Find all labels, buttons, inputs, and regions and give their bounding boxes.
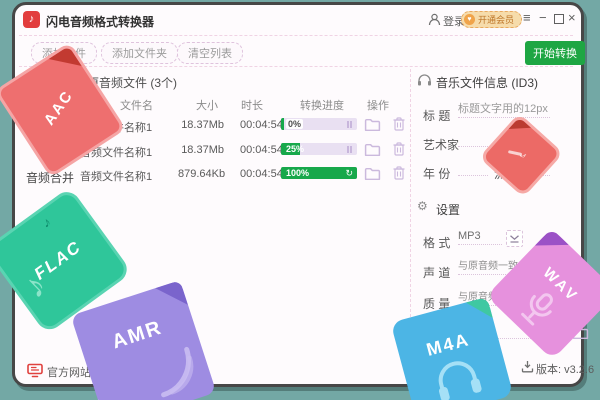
col-header-duration: 时长 bbox=[241, 97, 263, 113]
pause-icon[interactable] bbox=[347, 121, 352, 128]
minimize-icon[interactable]: − bbox=[539, 11, 547, 25]
progress-fill bbox=[281, 118, 284, 130]
title-field[interactable]: 标题文字用的12px bbox=[458, 102, 550, 118]
monitor-icon bbox=[27, 363, 43, 378]
sticker-flac-label: FLAC bbox=[12, 223, 105, 298]
progress-label: 0% bbox=[286, 119, 303, 129]
file-size: 18.37Mb bbox=[178, 119, 224, 131]
menu-icon[interactable]: ≡ bbox=[523, 11, 531, 25]
progress-label: 100% bbox=[286, 168, 309, 178]
delete-icon[interactable] bbox=[392, 117, 406, 131]
clear-list-button[interactable]: 清空列表 bbox=[177, 42, 243, 64]
col-header-size: 大小 bbox=[196, 97, 218, 113]
title-field-label: 标 题 bbox=[423, 107, 450, 124]
vip-badge[interactable]: ♥ 开通会员 bbox=[461, 11, 522, 28]
format-select[interactable]: MP3 bbox=[458, 229, 502, 245]
music-note-icon: ♪ bbox=[41, 213, 53, 230]
sticker-mark bbox=[508, 150, 522, 156]
folded-corner bbox=[509, 117, 532, 140]
col-header-progress: 转换进度 bbox=[300, 97, 344, 113]
app-title: 闪电音频格式转换器 bbox=[46, 13, 154, 30]
format-label: 格 式 bbox=[423, 234, 450, 251]
titlebar-divider bbox=[19, 35, 573, 36]
file-duration: 00:04:54 bbox=[240, 168, 283, 180]
maximize-icon[interactable] bbox=[554, 14, 564, 24]
file-size: 879.64Kb bbox=[178, 168, 224, 180]
progress-bar: 0% ↻ bbox=[281, 118, 357, 130]
sticker-m4a-label: M4A bbox=[397, 322, 499, 368]
headphones-icon bbox=[429, 355, 488, 400]
website-link-label: 官方网站 bbox=[47, 364, 91, 380]
gear-icon: ⚙ bbox=[417, 199, 428, 213]
toolbar-divider bbox=[19, 66, 573, 67]
channel-label: 声 道 bbox=[423, 264, 450, 281]
signal-arcs-icon bbox=[145, 342, 203, 400]
website-link[interactable]: 官方网站 bbox=[27, 362, 43, 380]
file-duration: 00:04:54 bbox=[240, 144, 283, 156]
refresh-icon[interactable]: ↻ bbox=[345, 168, 353, 179]
artist-field-label: 艺术家 bbox=[423, 136, 459, 153]
pause-icon[interactable] bbox=[347, 146, 352, 153]
user-icon bbox=[428, 13, 441, 26]
file-name: 音频文件名称1 bbox=[80, 168, 152, 184]
format-dropdown-arrow[interactable] bbox=[506, 230, 523, 247]
id3-section-title: 音乐文件信息 (ID3) bbox=[436, 74, 538, 91]
progress-bar: 100% ↻ bbox=[281, 167, 357, 179]
file-duration: 00:04:54 bbox=[240, 119, 283, 131]
col-header-actions: 操作 bbox=[367, 97, 389, 113]
folded-corner bbox=[98, 390, 136, 400]
headphones-icon bbox=[417, 73, 432, 86]
file-size: 18.37Mb bbox=[178, 144, 224, 156]
music-note-glyph: ♪ bbox=[29, 13, 35, 25]
year-field[interactable] bbox=[458, 160, 488, 176]
open-folder-icon[interactable] bbox=[364, 143, 381, 157]
open-folder-icon[interactable] bbox=[364, 167, 381, 181]
version-text: 版本: v3.2.6 bbox=[536, 361, 594, 377]
sticker-aac-label: AAC bbox=[28, 69, 90, 148]
delete-icon[interactable] bbox=[392, 166, 406, 180]
delete-icon[interactable] bbox=[392, 142, 406, 156]
open-folder-icon[interactable] bbox=[364, 118, 381, 132]
progress-label: 25% bbox=[286, 144, 304, 154]
desktop: ♪ 闪电音频格式转换器 登录 ♥ 开通会员 ≡ − × 添加文件 添加文件夹 清… bbox=[0, 0, 600, 400]
year-field-label: 年 份 bbox=[423, 165, 450, 182]
chevron-down-icon bbox=[510, 235, 519, 243]
add-folder-button[interactable]: 添加文件夹 bbox=[101, 42, 178, 64]
settings-section-title: 设置 bbox=[436, 201, 460, 218]
vip-badge-label: 开通会员 bbox=[478, 13, 514, 26]
progress-bar: 25% ↻ bbox=[281, 143, 357, 155]
version-icon bbox=[521, 360, 534, 373]
app-logo-icon: ♪ bbox=[23, 11, 40, 28]
close-icon[interactable]: × bbox=[568, 11, 576, 25]
heart-icon: ♥ bbox=[464, 14, 475, 25]
col-header-name: 文件名 bbox=[120, 97, 153, 113]
start-convert-button[interactable]: 开始转换 bbox=[525, 41, 585, 65]
